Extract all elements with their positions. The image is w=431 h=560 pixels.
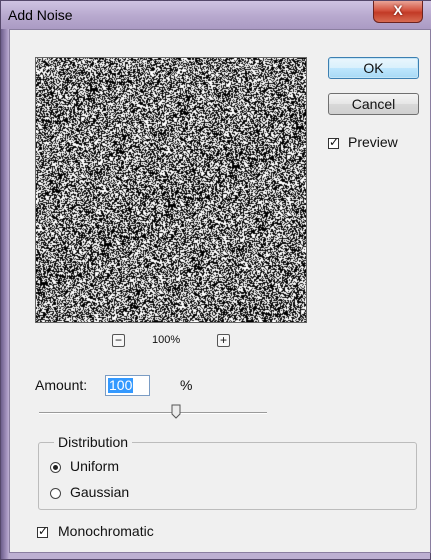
amount-label: Amount:: [35, 377, 88, 393]
uniform-radio[interactable]: [50, 462, 61, 473]
close-button[interactable]: X: [373, 1, 423, 23]
noise-preview[interactable]: [35, 57, 307, 323]
amount-input[interactable]: 100: [105, 375, 150, 396]
amount-slider-thumb[interactable]: [171, 404, 181, 419]
preview-label: Preview: [348, 134, 398, 150]
uniform-label: Uniform: [70, 458, 120, 474]
preview-checkbox[interactable]: ✓: [328, 135, 340, 149]
zoom-out-button[interactable]: −: [112, 333, 125, 347]
gaussian-label: Gaussian: [70, 484, 130, 500]
window-title: Add Noise: [8, 7, 73, 23]
close-icon: X: [393, 2, 403, 18]
zoom-in-button[interactable]: +: [217, 333, 230, 347]
noise-preview-image: [36, 58, 306, 322]
checkmark-icon: ✓: [329, 135, 340, 149]
amount-slider-track[interactable]: [39, 412, 267, 414]
plus-icon: +: [219, 333, 227, 347]
monochromatic-label: Monochromatic: [58, 523, 154, 539]
amount-value: 100: [108, 377, 134, 393]
title-bar[interactable]: Add Noise X: [1, 1, 431, 29]
radio-selected-dot: [53, 465, 58, 470]
cancel-button[interactable]: Cancel: [328, 93, 419, 115]
minus-icon: −: [114, 333, 122, 347]
amount-unit: %: [180, 377, 193, 393]
distribution-legend: Distribution: [54, 434, 133, 450]
add-noise-dialog: Add Noise X − 100% + OK Cancel ✓ Preview…: [0, 0, 431, 560]
zoom-level: 100%: [152, 334, 181, 346]
checkmark-icon: ✓: [38, 524, 49, 538]
monochromatic-checkbox[interactable]: ✓: [37, 524, 49, 538]
dialog-body: − 100% + OK Cancel ✓ Preview Amount: 100…: [9, 29, 431, 553]
gaussian-radio[interactable]: [50, 488, 61, 499]
ok-button[interactable]: OK: [328, 57, 419, 79]
